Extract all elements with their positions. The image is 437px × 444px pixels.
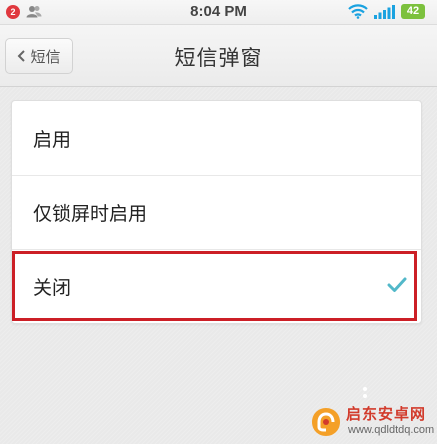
- watermark-title: 启东安卓网: [346, 405, 427, 423]
- signal-icon: [374, 5, 395, 19]
- battery-indicator: 42: [401, 4, 425, 19]
- wifi-icon: [348, 4, 368, 19]
- nav-bar: 短信 短信弹窗: [0, 25, 437, 87]
- watermark-logo-icon: [312, 408, 340, 436]
- option-lockscreen-only[interactable]: 仅锁屏时启用: [12, 175, 421, 249]
- status-clock: 8:04 PM: [190, 3, 247, 20]
- page-title: 短信弹窗: [174, 46, 263, 70]
- watermark: 启东安卓网 www.qdldtdq.com: [308, 402, 437, 444]
- watermark-url: www.qdldtdq.com: [348, 424, 435, 436]
- watermark-dots: [363, 387, 367, 398]
- status-bar: 2 8:04 PM 42: [0, 0, 437, 25]
- highlight-box: [12, 251, 417, 321]
- option-enable[interactable]: 启用: [12, 101, 421, 175]
- option-label: 启用: [33, 128, 72, 151]
- option-label: 仅锁屏时启用: [33, 203, 148, 225]
